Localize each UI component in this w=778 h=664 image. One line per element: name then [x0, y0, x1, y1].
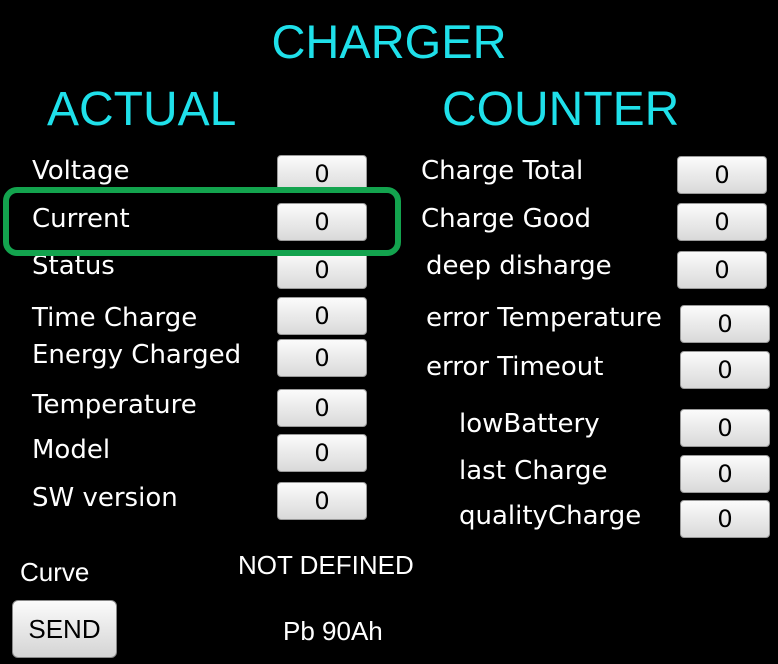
last-charge-value: 0	[680, 455, 770, 493]
model-value: 0	[277, 434, 367, 472]
energy-charged-value: 0	[277, 339, 367, 377]
quality-charge-label: qualityCharge	[459, 501, 642, 531]
page-title: CHARGER	[271, 15, 507, 68]
error-temperature-label: error Temperature	[426, 303, 662, 333]
model-label: Model	[32, 435, 111, 465]
error-timeout-value: 0	[680, 351, 770, 389]
curve-status: NOT DEFINED	[238, 550, 414, 580]
time-charge-label: Time Charge	[32, 303, 198, 333]
energy-charged-label: Energy Charged	[32, 340, 242, 370]
actual-section-title: ACTUAL	[47, 83, 237, 136]
quality-charge-value: 0	[680, 500, 770, 538]
sw-version-label: SW version	[32, 483, 178, 513]
charge-good-label: Charge Good	[421, 204, 592, 234]
error-timeout-label: error Timeout	[426, 352, 604, 382]
deep-disharge-value: 0	[677, 251, 767, 289]
charge-total-label: Charge Total	[421, 156, 584, 186]
last-charge-label: last Charge	[459, 456, 608, 486]
charge-total-value: 0	[677, 156, 767, 194]
error-temperature-value: 0	[680, 305, 770, 343]
curve-label: Curve	[20, 557, 90, 587]
current-highlight-frame	[3, 187, 401, 256]
status-value: 0	[277, 251, 367, 289]
send-button[interactable]: SEND	[12, 600, 117, 658]
sw-version-value: 0	[277, 482, 367, 520]
voltage-label: Voltage	[32, 156, 130, 186]
time-charge-value: 0	[277, 297, 367, 335]
low-battery-value: 0	[680, 409, 770, 447]
temperature-label: Temperature	[32, 390, 197, 420]
deep-disharge-label: deep disharge	[426, 251, 612, 281]
low-battery-label: lowBattery	[459, 409, 600, 439]
counter-section-title: COUNTER	[442, 83, 680, 136]
temperature-value: 0	[277, 389, 367, 427]
charge-good-value: 0	[677, 203, 767, 241]
battery-type-label: Pb 90Ah	[283, 616, 383, 646]
